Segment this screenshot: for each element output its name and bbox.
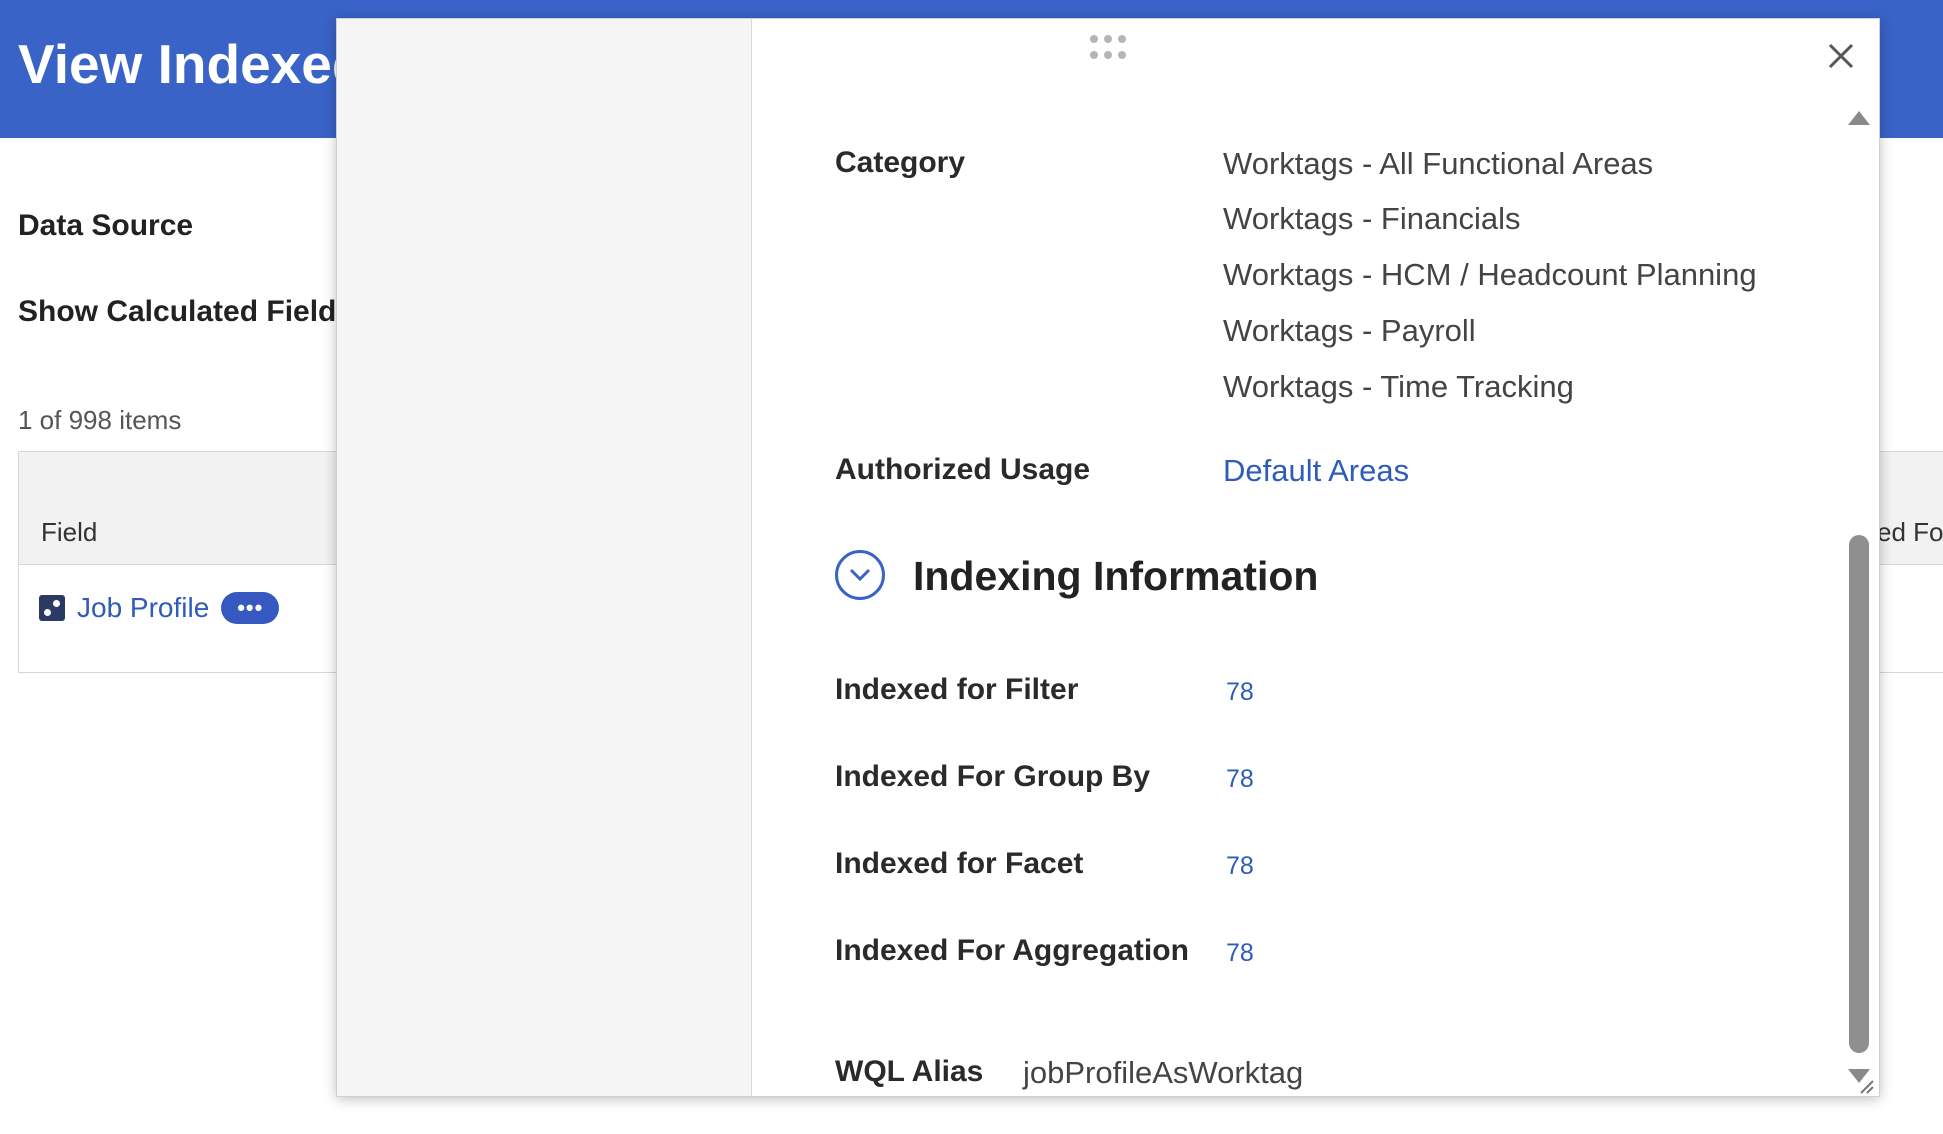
resize-handle-icon[interactable] bbox=[1856, 1076, 1874, 1094]
related-object-icon bbox=[39, 595, 65, 621]
authorized-usage-label: Authorized Usage bbox=[835, 453, 1091, 486]
modal-side-panel bbox=[337, 19, 752, 1096]
related-actions-button[interactable]: ••• bbox=[221, 592, 280, 624]
chevron-down-icon bbox=[849, 568, 871, 582]
field-details-modal: Category Worktags - All Functional Areas… bbox=[336, 18, 1880, 1097]
indexed-aggregation-label: Indexed For Aggregation bbox=[835, 934, 1189, 967]
table-row: Job Profile ••• bbox=[39, 592, 280, 624]
close-button[interactable] bbox=[1823, 39, 1859, 75]
data-source-label: Data Source bbox=[18, 209, 194, 242]
page-title: View Indexed bbox=[18, 33, 366, 95]
close-icon bbox=[1828, 43, 1854, 69]
scrollbar-thumb[interactable] bbox=[1849, 535, 1869, 1053]
show-calculated-fields-label: Show Calculated Fields bbox=[18, 295, 354, 328]
authorized-usage-link[interactable]: Default Areas bbox=[1223, 453, 1409, 489]
section-toggle-button[interactable] bbox=[835, 550, 885, 600]
indexed-filter-count[interactable]: 78 bbox=[1226, 678, 1254, 707]
category-value: Worktags - Payroll bbox=[1223, 313, 1476, 348]
category-label: Category bbox=[835, 146, 966, 179]
column-header-field[interactable]: Field bbox=[41, 517, 97, 548]
job-profile-link[interactable]: Job Profile bbox=[77, 592, 209, 624]
indexed-facet-count[interactable]: 78 bbox=[1226, 852, 1254, 881]
category-value: Worktags - HCM / Headcount Planning bbox=[1223, 257, 1757, 292]
category-value: Worktags - Time Tracking bbox=[1223, 369, 1574, 404]
category-value: Worktags - Financials bbox=[1223, 201, 1521, 236]
drag-handle-icon[interactable] bbox=[1090, 35, 1130, 61]
indexed-facet-label: Indexed for Facet bbox=[835, 847, 1084, 880]
indexed-aggregation-count[interactable]: 78 bbox=[1226, 939, 1254, 968]
wql-alias-value: jobProfileAsWorktag bbox=[1023, 1055, 1304, 1090]
indexed-group-by-label: Indexed For Group By bbox=[835, 760, 1151, 793]
indexed-filter-label: Indexed for Filter bbox=[835, 673, 1079, 706]
column-header-indexed[interactable]: ed Fo bbox=[1877, 517, 1943, 548]
items-count: 1 of 998 items bbox=[18, 405, 182, 435]
section-title: Indexing Information bbox=[913, 553, 1319, 599]
scroll-up-arrow[interactable] bbox=[1848, 111, 1870, 125]
wql-alias-label: WQL Alias bbox=[835, 1055, 984, 1088]
indexed-group-by-count[interactable]: 78 bbox=[1226, 765, 1254, 794]
category-value: Worktags - All Functional Areas bbox=[1223, 146, 1654, 181]
